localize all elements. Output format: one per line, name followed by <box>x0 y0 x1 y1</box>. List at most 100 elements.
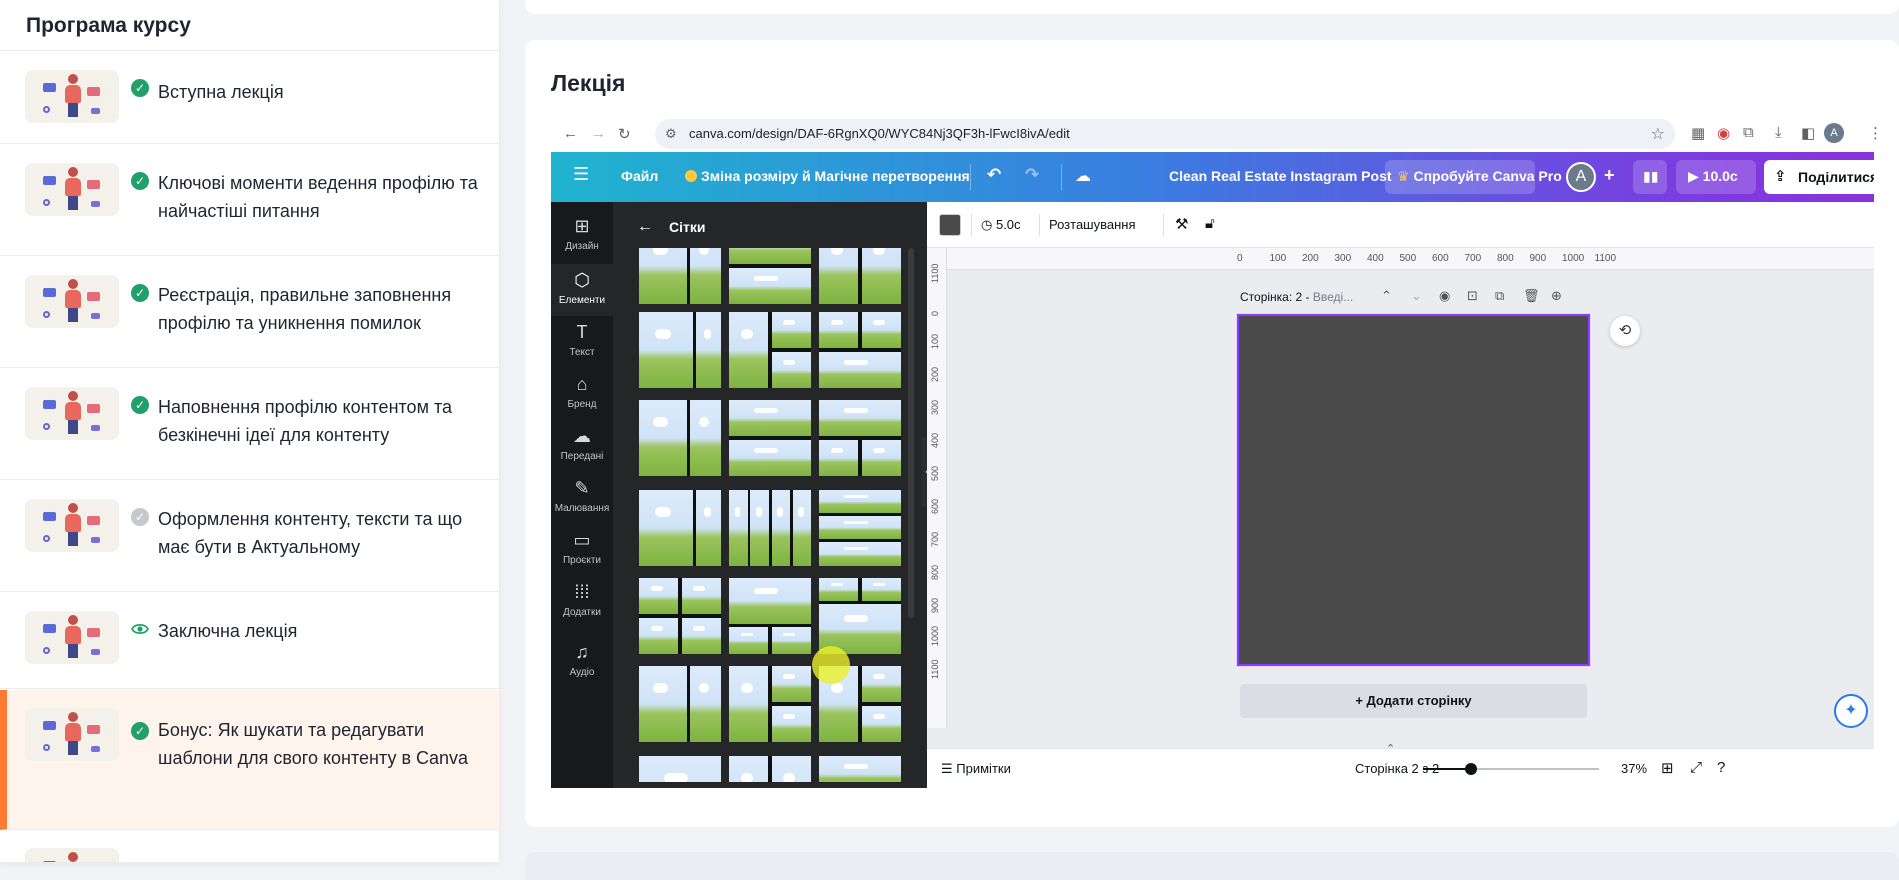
add-page-icon[interactable]: ⊕ <box>1551 288 1562 304</box>
extensions-puzzle-icon[interactable]: ⧉ <box>1743 124 1754 141</box>
redo-icon[interactable]: ↷ <box>1025 165 1039 185</box>
cloud-save-icon[interactable]: ☁ <box>1075 166 1091 186</box>
position-button[interactable]: Розташування <box>1049 217 1136 232</box>
delete-page-icon[interactable]: 🗑︎ <box>1523 288 1540 304</box>
resize-menu[interactable]: Зміна розміру й Магічне перетворення <box>685 168 970 184</box>
lesson-title: Бонус: Як шукати та редагувати шаблони д… <box>158 720 469 768</box>
check-icon: ✓ <box>131 172 149 190</box>
download-icon[interactable]: ⤓ <box>1775 124 1782 141</box>
add-page-button[interactable]: + Додати сторінку <box>1240 684 1587 718</box>
duplicate-page-icon[interactable]: ⧉ <box>1495 288 1504 304</box>
forward-icon[interactable]: → <box>591 125 606 142</box>
add-collaborator-icon[interactable]: + <box>1604 165 1615 186</box>
lesson-item[interactable]: ✓ Бонус: Як шукати та редагувати шаблони … <box>0 690 499 830</box>
top-panel <box>525 0 1899 14</box>
lesson-item[interactable]: ✓ Наповнення профілю контентом та безкіне… <box>0 369 499 480</box>
undo-icon[interactable]: ↶ <box>987 165 1001 185</box>
regenerate-icon[interactable]: ⟲ <box>1610 316 1640 346</box>
grid-template[interactable] <box>819 578 901 654</box>
hide-page-icon[interactable]: ◉ <box>1439 288 1450 304</box>
grid-template[interactable] <box>819 400 901 476</box>
landscape-placeholder <box>639 490 694 566</box>
help-icon[interactable]: ? <box>1717 759 1725 776</box>
grid-template[interactable] <box>639 756 721 782</box>
zoom-slider[interactable] <box>1423 763 1599 775</box>
landscape-placeholder <box>771 626 811 654</box>
chevron-down-icon[interactable]: ⌄ <box>1411 288 1422 304</box>
rail-label: Дизайн <box>565 241 599 252</box>
sidepanel-icon[interactable]: ◧ <box>1801 124 1815 142</box>
lock-icon[interactable]: 🔓︎ <box>1205 215 1215 232</box>
rail-draw[interactable]: ✎ Малювання <box>551 472 613 524</box>
lesson-item[interactable]: ✓ Вступна лекція <box>0 52 499 144</box>
rail-uploads[interactable]: ☁ Передані <box>551 420 613 472</box>
share-button[interactable]: ⇪ Поділитися <box>1764 160 1874 194</box>
rail-brand[interactable]: ⌂ Бренд <box>551 368 613 420</box>
browser-menu-icon[interactable]: ⋮ <box>1868 124 1883 142</box>
back-icon[interactable]: ← <box>563 125 578 142</box>
grid-template[interactable] <box>639 312 721 388</box>
rail-apps[interactable]: ⁞⁞⁞ Додатки <box>551 576 613 628</box>
magic-assistant-icon[interactable]: ✦ <box>1834 694 1868 728</box>
design-name[interactable]: Clean Real Estate Instagram Post <box>1169 168 1392 184</box>
grid-template[interactable] <box>729 756 811 782</box>
zoom-value[interactable]: 37% <box>1621 761 1647 776</box>
back-arrow-icon[interactable]: ← <box>637 218 653 236</box>
lesson-item[interactable]: ✓ Ключові моменти ведення профілю та найч… <box>0 145 499 256</box>
lesson-item[interactable]: ✓ Реєстрація, правильне заповнення профіл… <box>0 257 499 368</box>
bookmark-star-icon[interactable]: ☆ <box>1651 124 1665 144</box>
grid-template[interactable] <box>639 578 721 654</box>
background-color-swatch[interactable] <box>939 214 961 236</box>
file-menu[interactable]: Файл <box>621 168 658 184</box>
grid-template[interactable] <box>639 400 721 476</box>
color-extension-icon[interactable]: ◉ <box>1717 124 1730 142</box>
chevron-up-icon[interactable]: ⌃ <box>1381 288 1392 304</box>
grid-template[interactable] <box>729 490 811 566</box>
grid-template[interactable] <box>729 578 811 654</box>
page-header[interactable]: Сторінка: 2 - Введі... <box>1240 290 1353 304</box>
grid-template[interactable] <box>819 312 901 388</box>
grid-view-icon[interactable]: ⊞ <box>1661 759 1674 777</box>
grid-template[interactable] <box>819 756 901 782</box>
extension-icon[interactable]: ▦ <box>1691 124 1705 142</box>
ruler-tick-label: 1100 <box>1594 253 1617 264</box>
canva-menubar: ☰ Файл Зміна розміру й Магічне перетворе… <box>551 152 1874 202</box>
notes-button[interactable]: ☰ Примітки <box>941 761 1011 777</box>
user-avatar[interactable]: A <box>1566 162 1596 192</box>
reload-icon[interactable]: ↻ <box>618 125 631 143</box>
site-info-icon[interactable]: ⚙ <box>665 126 677 142</box>
rail-projects[interactable]: ▭ Проєкти <box>551 524 613 576</box>
browser-profile-avatar[interactable]: A <box>1824 123 1844 143</box>
fullscreen-icon[interactable]: ⤢ <box>1690 759 1702 776</box>
panel-scrollbar[interactable] <box>908 248 914 618</box>
hamburger-menu-icon[interactable]: ☰ <box>573 164 589 185</box>
apps-icon: ⁞⁞⁞ <box>574 582 590 602</box>
rail-label: Передані <box>560 451 604 462</box>
grid-template[interactable] <box>729 666 811 742</box>
lesson-item[interactable]: ✓ Оформлення контенту, тексти та що має б… <box>0 481 499 592</box>
rail-elements[interactable]: ⬡ Елементи <box>551 264 613 316</box>
grid-template[interactable] <box>639 666 721 742</box>
address-bar[interactable]: ⚙ canva.com/design/DAF-6RgnXQ0/WYC84Nj3Q… <box>655 119 1675 149</box>
page-title-placeholder: Введі... <box>1312 290 1354 304</box>
design-page[interactable] <box>1237 314 1590 666</box>
lesson-title: Реєстрація, правильне заповнення профілю… <box>158 285 452 333</box>
landscape-placeholder <box>689 666 721 742</box>
grid-template[interactable] <box>729 400 811 476</box>
ruler-tick-label: 900 <box>1529 253 1547 264</box>
grid-template[interactable] <box>819 490 901 566</box>
grid-template[interactable] <box>729 248 811 304</box>
timing-control[interactable]: ◷ 5.0с <box>981 217 1021 233</box>
landscape-placeholder <box>689 248 721 304</box>
lock-page-icon[interactable]: ⊡ <box>1467 288 1478 304</box>
paint-roller-icon[interactable]: ⚒ <box>1175 215 1188 233</box>
grid-template[interactable] <box>639 248 721 304</box>
grid-template[interactable] <box>639 490 721 566</box>
rail-design[interactable]: ⊞ Дизайн <box>551 212 613 262</box>
rail-audio[interactable]: ♫ Аудіо <box>551 636 613 688</box>
grid-template[interactable] <box>729 312 811 388</box>
zoom-knob[interactable] <box>1464 763 1477 775</box>
grid-template[interactable] <box>819 248 901 304</box>
lesson-item[interactable]: Заключна лекція <box>0 593 499 689</box>
rail-text[interactable]: T Текст <box>551 316 613 368</box>
